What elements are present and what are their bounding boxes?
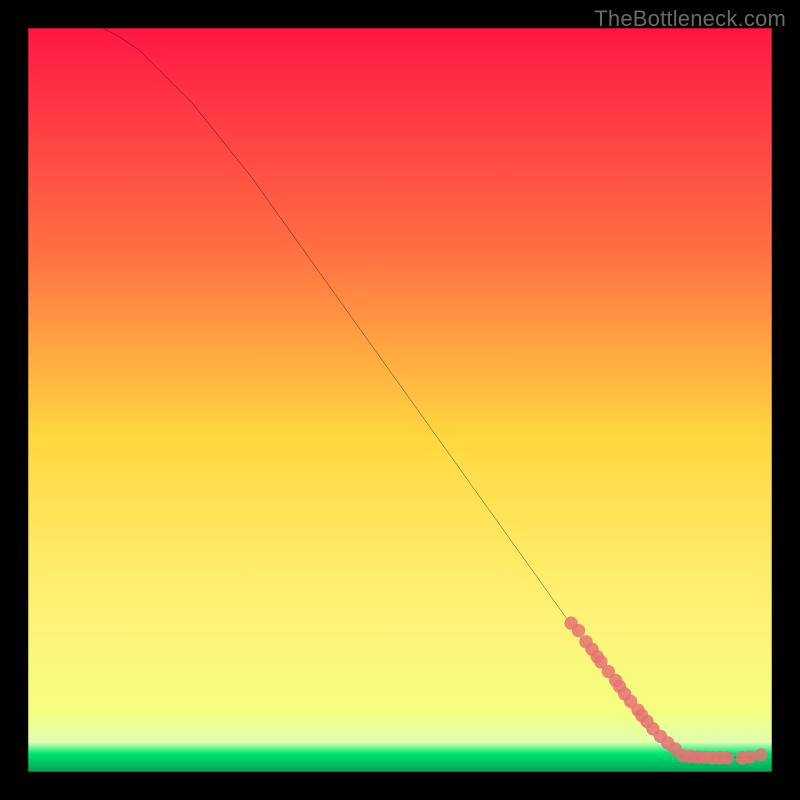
data-point [754, 748, 767, 761]
data-point [721, 751, 734, 764]
chart-frame: TheBottleneck.com [0, 0, 800, 800]
chart-svg [28, 28, 772, 772]
data-point [572, 624, 585, 637]
watermark-text: TheBottleneck.com [594, 6, 786, 32]
data-point [743, 750, 756, 763]
gradient-background [28, 28, 772, 772]
